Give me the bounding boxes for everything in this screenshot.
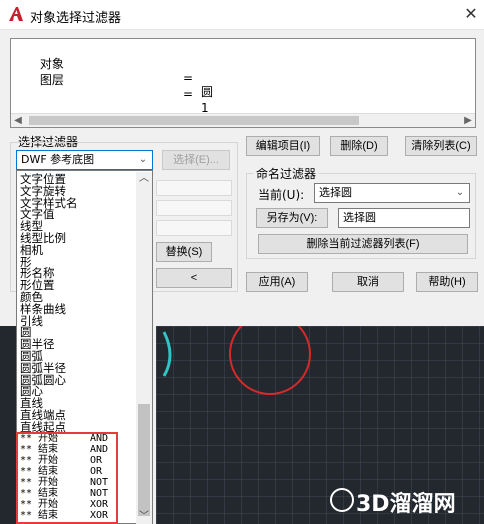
list-item[interactable]: 图层 = 1 — [17, 59, 209, 115]
scrollbar-thumb[interactable] — [138, 404, 150, 516]
window-title: 对象选择过滤器 — [30, 11, 122, 26]
scroll-right-icon[interactable]: ▶ — [461, 114, 475, 128]
apply-button[interactable]: 应用(A) — [246, 272, 308, 292]
named-filters-label: 命名过滤器 — [253, 165, 320, 182]
filter-name: 图层 — [39, 73, 64, 87]
filter-list[interactable]: 对象 = 圆 图层 = 1 ◀ ▶ — [10, 38, 476, 128]
object-selection-filter-dialog: { "window": { "title": "对象选择过滤器", "close… — [0, 0, 484, 524]
select-button[interactable]: 选择(E)... — [162, 150, 230, 170]
scrollbar-thumb[interactable] — [29, 116, 359, 125]
save-as-name-input[interactable]: 选择圆 — [338, 208, 470, 228]
scroll-up-icon[interactable]: ︿ — [136, 172, 152, 186]
chevron-down-icon: ⌄ — [138, 154, 148, 165]
cyan-arc — [162, 331, 172, 377]
horizontal-scrollbar[interactable]: ◀ ▶ — [11, 113, 475, 127]
filter-type-value: DWF 参考底图 — [21, 153, 95, 166]
cancel-button[interactable]: 取消 — [332, 272, 404, 292]
dropdown-scrollbar[interactable]: ︿ ﹀ — [136, 172, 152, 524]
red-circle — [229, 313, 311, 395]
watermark-logo-icon — [330, 488, 354, 512]
filter-operator: = — [183, 71, 194, 85]
title-bar: 对象选择过滤器 ✕ — [0, 0, 484, 30]
scroll-left-icon[interactable]: ◀ — [11, 114, 25, 128]
z-field[interactable] — [156, 220, 232, 236]
replace-button[interactable]: 替换(S) — [156, 242, 212, 262]
filter-operator: = — [183, 87, 194, 101]
watermark: 3D溜溜网 — [356, 492, 456, 517]
add-to-list-button[interactable]: < — [156, 268, 232, 288]
y-field[interactable] — [156, 200, 232, 216]
current-filter-label: 当前(U): — [258, 188, 305, 202]
filter-value: 圆 — [201, 85, 214, 99]
save-as-button[interactable]: 另存为(V): — [256, 208, 328, 228]
filter-type-dropdown[interactable]: DWF 参考底图 ⌄ — [16, 150, 153, 170]
highlight-box — [16, 432, 118, 524]
current-filter-dropdown[interactable]: 选择圆 ⌄ — [314, 183, 470, 203]
autocad-logo-icon — [9, 7, 23, 21]
delete-current-filter-list-button[interactable]: 删除当前过滤器列表(F) — [258, 234, 468, 254]
edit-item-button[interactable]: 编辑项目(I) — [246, 136, 320, 156]
drawing-area-left — [0, 326, 16, 524]
delete-button[interactable]: 删除(D) — [330, 136, 388, 156]
clear-list-button[interactable]: 清除列表(C) — [405, 136, 477, 156]
help-button[interactable]: 帮助(H) — [416, 272, 478, 292]
list-item[interactable]: 对象 = 圆 — [17, 43, 213, 99]
close-icon[interactable]: ✕ — [460, 3, 482, 25]
x-field[interactable] — [156, 180, 232, 196]
chevron-down-icon: ⌄ — [455, 187, 465, 198]
drawing-area[interactable]: 3D溜溜网 — [156, 313, 484, 524]
current-filter-value: 选择圆 — [319, 186, 352, 199]
scroll-down-icon[interactable]: ﹀ — [136, 510, 152, 524]
